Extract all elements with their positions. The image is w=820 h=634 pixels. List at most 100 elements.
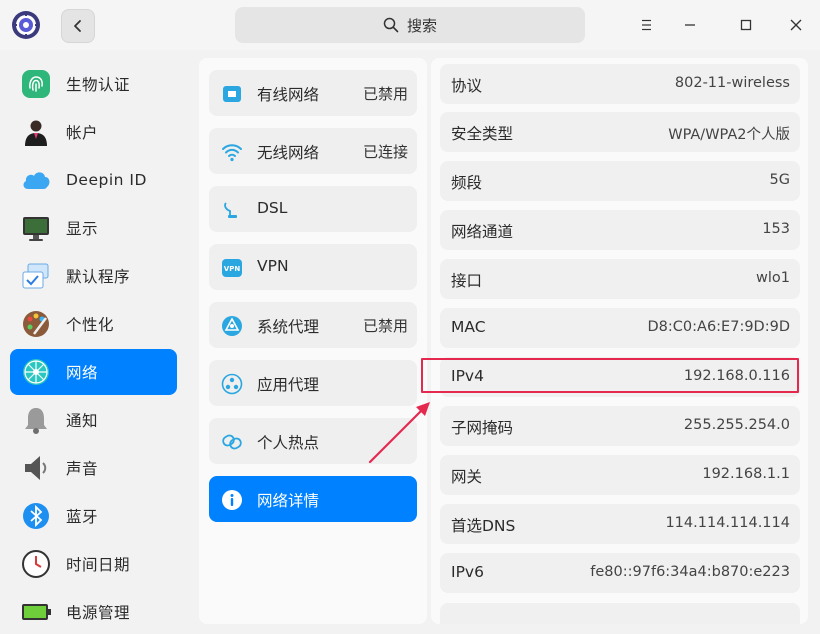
bluetooth-icon [23,503,49,529]
deepin-control-center-icon[interactable] [11,10,41,40]
sidebar-item-label: 通知 [66,412,99,430]
network-menu-label: DSL [257,199,288,217]
menu-button[interactable] [633,12,659,38]
svg-text:VPN: VPN [224,265,241,273]
default-apps-icon [22,263,49,289]
detail-row-security: 安全类型 WPA/WPA2个人版 [440,112,800,152]
detail-value: WPA/WPA2个人版 [668,127,790,143]
bell-icon [25,408,47,434]
monitor-icon [23,217,49,241]
detail-key: 网络通道 [451,223,514,241]
detail-key: 子网掩码 [451,419,514,437]
sidebar-item-datetime[interactable]: 时间日期 [10,541,177,587]
sidebar-item-notifications[interactable]: 通知 [10,397,177,443]
ipv4-highlight-box [421,358,799,393]
search-icon [383,17,399,33]
sidebar-item-display[interactable]: 显示 [10,205,177,251]
palette-icon [23,311,49,337]
network-menu-label: 应用代理 [257,376,320,394]
search-input[interactable]: 搜索 [235,7,585,43]
app-proxy-icon [221,373,243,395]
dsl-icon [224,202,237,218]
chevron-left-icon [74,20,81,32]
sidebar-item-label: 蓝牙 [66,508,99,526]
detail-row-ipv6: IPv6 fe80::97f6:34a4:b870:e223 [440,553,800,593]
info-icon [222,490,242,510]
network-menu-wireless[interactable]: 无线网络 已连接 [209,128,417,174]
sidebar-item-label: 帐户 [66,124,99,142]
annotation-arrow-icon [368,402,430,464]
sidebar-item-power[interactable]: 电源管理 [10,589,177,634]
detail-value: 114.114.114.114 [665,515,790,531]
network-menu-status: 已禁用 [362,317,408,335]
detail-value: 153 [762,221,790,237]
detail-row-channel: 网络通道 153 [440,210,800,250]
network-menu-label: 系统代理 [257,318,320,336]
detail-row-protocol: 协议 802-11-wireless [440,64,800,104]
detail-row-interface: 接口 wlo1 [440,259,800,299]
wifi-icon [222,144,242,162]
maximize-button[interactable] [733,12,759,38]
network-menu-details[interactable]: 网络详情 [209,476,417,522]
back-button[interactable] [61,9,95,43]
sidebar-item-default-apps[interactable]: 默认程序 [10,253,177,299]
sidebar-item-label: 时间日期 [66,556,131,574]
network-menu-dsl[interactable]: DSL [209,186,417,232]
network-menu-wired[interactable]: 有线网络 已禁用 [209,70,417,116]
sidebar-item-label: 显示 [66,220,99,238]
detail-row-partial [440,603,800,624]
account-user-icon [25,120,47,146]
minimize-icon [685,24,695,26]
sidebar-item-sound[interactable]: 声音 [10,445,177,491]
speaker-icon [25,456,47,480]
close-button[interactable] [783,12,809,38]
network-details-panel: 协议 802-11-wireless 安全类型 WPA/WPA2个人版 频段 5… [431,58,808,624]
detail-value: 802-11-wireless [674,75,790,91]
wired-network-icon [223,86,241,102]
sidebar-item-network[interactable]: 网络 [10,349,177,395]
detail-key: 网关 [451,468,483,486]
network-menu-vpn[interactable]: VPN VPN [209,244,417,290]
detail-key: 接口 [451,272,483,290]
detail-value: 5G [769,172,790,188]
network-menu-panel: 有线网络 已禁用 无线网络 已连接 DSL VPN VPN 系统代理 已禁用 应… [199,58,427,624]
sidebar-item-label: 个性化 [66,316,115,334]
detail-key: IPv6 [451,563,484,581]
battery-icon [22,604,51,620]
network-menu-label: 网络详情 [257,492,320,510]
sidebar-item-biometric[interactable]: 生物认证 [10,61,177,107]
detail-row-subnet-mask: 子网掩码 255.255.254.0 [440,406,800,446]
sidebar-item-label: 生物认证 [66,76,131,94]
sidebar-item-bluetooth[interactable]: 蓝牙 [10,493,177,539]
network-menu-system-proxy[interactable]: 系统代理 已禁用 [209,302,417,348]
sidebar-item-deepin-id[interactable]: Deepin ID [10,157,177,203]
sidebar-item-personalization[interactable]: 个性化 [10,301,177,347]
detail-value: wlo1 [756,270,790,286]
detail-value: 192.168.1.1 [702,466,790,482]
fingerprint-icon [22,70,50,98]
vpn-icon: VPN [222,259,242,277]
network-menu-label: VPN [257,257,289,275]
network-menu-status: 已禁用 [362,85,408,103]
detail-row-band: 频段 5G [440,161,800,201]
detail-key: 频段 [451,174,483,192]
hotspot-icon [222,434,242,450]
detail-value: 255.255.254.0 [683,417,790,433]
detail-row-mac: MAC D8:C0:A6:E7:9D:9D [440,308,800,348]
detail-key: 协议 [451,77,483,95]
sidebar: 生物认证 帐户 Deepin ID 显示 默认程序 个性化 网络 通知 声音 蓝… [0,50,188,634]
maximize-icon [740,19,752,31]
sidebar-item-label: 网络 [66,364,99,382]
detail-key: MAC [451,318,486,336]
title-bar: 搜索 [0,0,820,50]
network-menu-label: 个人热点 [257,434,320,452]
detail-value: fe80::97f6:34a4:b870:e223 [590,564,790,580]
network-menu-label: 无线网络 [257,144,320,162]
detail-row-gateway: 网关 192.168.1.1 [440,455,800,495]
sidebar-item-label: Deepin ID [66,171,147,189]
sidebar-item-accounts[interactable]: 帐户 [10,109,177,155]
sidebar-item-label: 默认程序 [66,268,131,286]
minimize-button[interactable] [677,12,703,38]
detail-row-preferred-dns: 首选DNS 114.114.114.114 [440,504,800,544]
detail-key: 安全类型 [451,125,514,143]
